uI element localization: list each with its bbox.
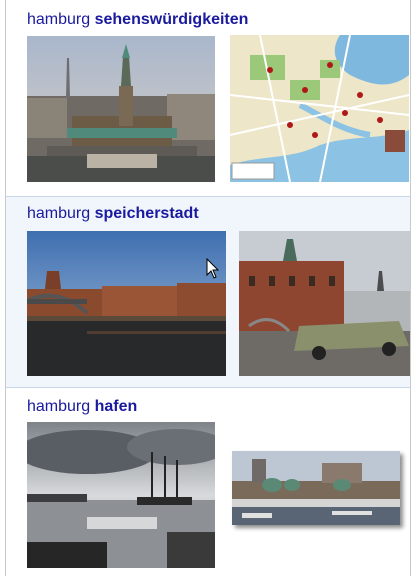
image-thumbnail-harbour[interactable] (27, 422, 215, 568)
result-heading[interactable]: hamburg speicherstadt (27, 205, 199, 223)
keyword-term[interactable]: sehenswürdigkeiten (95, 11, 249, 28)
image-thumbnail-map[interactable] (230, 35, 409, 182)
result-heading[interactable]: hamburg sehenswürdigkeiten (27, 11, 248, 29)
query-term[interactable]: hamburg (27, 398, 90, 415)
image-thumbnail-landungsbruecken[interactable] (232, 451, 400, 525)
keyword-term[interactable]: hafen (95, 398, 138, 415)
result-group-speicherstadt: hamburg speicherstadt (6, 196, 410, 388)
query-term[interactable]: hamburg (27, 11, 90, 28)
image-thumbnail-canal[interactable] (27, 231, 226, 376)
result-heading[interactable]: hamburg hafen (27, 398, 137, 416)
query-term[interactable]: hamburg (27, 205, 90, 222)
result-group-hafen: hamburg hafen (6, 388, 410, 576)
image-thumbnail-rathaus[interactable] (27, 36, 215, 182)
image-thumbnail-warehouse[interactable] (239, 231, 410, 376)
keyword-term[interactable]: speicherstadt (95, 205, 199, 222)
result-group-sehenswuerdigkeiten: hamburg sehenswürdigkeiten (6, 0, 410, 196)
